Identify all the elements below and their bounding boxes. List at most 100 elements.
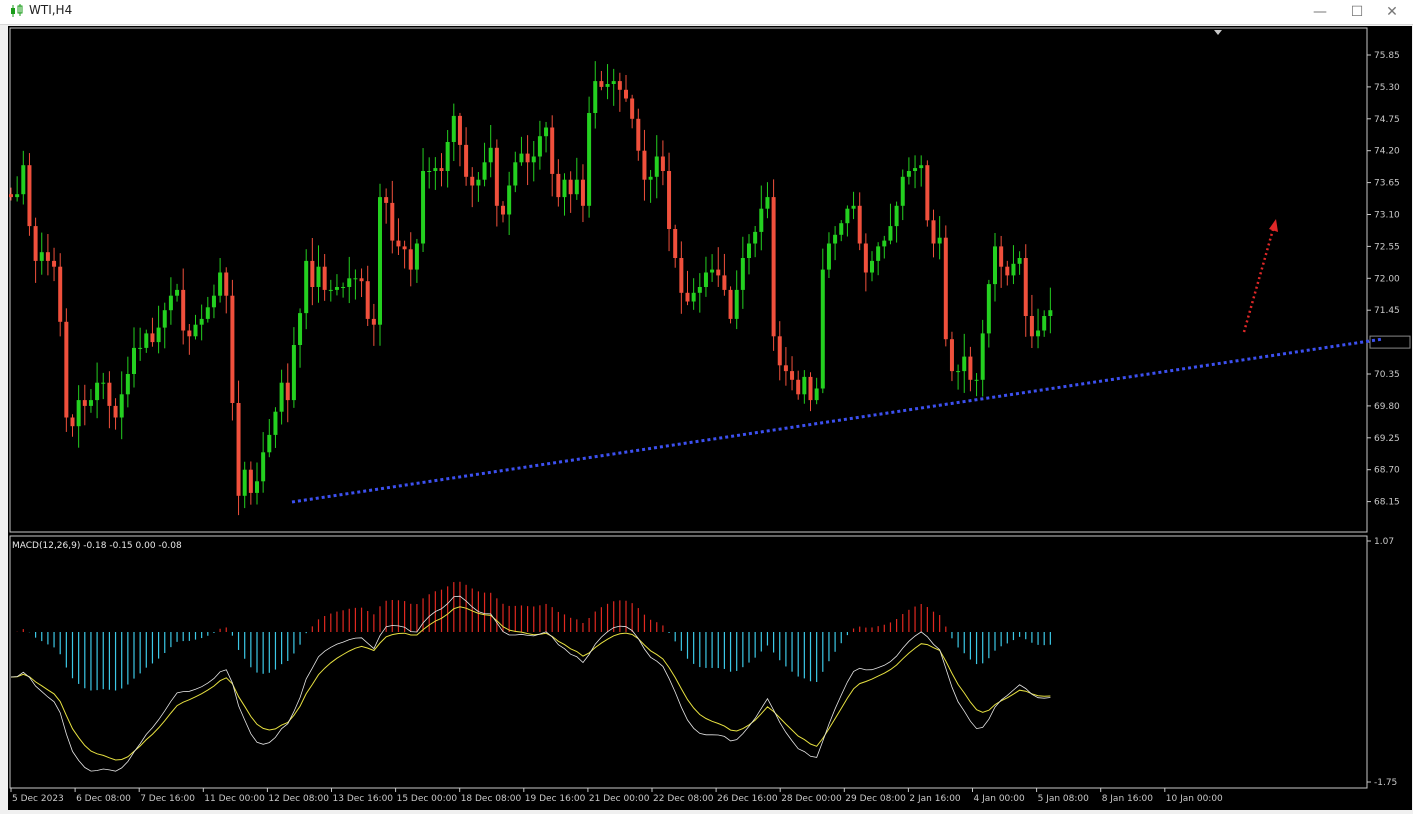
candle-body bbox=[168, 295, 173, 311]
candle-body bbox=[993, 246, 997, 285]
time-tick-label: 10 Jan 00:00 bbox=[1166, 794, 1223, 804]
candle-body bbox=[365, 281, 370, 319]
candle-body bbox=[162, 310, 167, 328]
candle-body bbox=[537, 136, 542, 157]
time-tick-label: 8 Jan 16:00 bbox=[1102, 794, 1154, 804]
candle-body bbox=[556, 173, 561, 198]
candle-body bbox=[378, 197, 382, 325]
time-tick-label: 5 Dec 2023 bbox=[12, 794, 64, 804]
minimize-button[interactable]: — bbox=[1300, 0, 1340, 24]
support-trendline[interactable] bbox=[291, 337, 1384, 504]
candle-body bbox=[888, 226, 893, 241]
candle-body bbox=[488, 147, 493, 163]
candle-body bbox=[255, 481, 259, 493]
candle-body bbox=[845, 208, 850, 224]
close-button[interactable]: ✕ bbox=[1372, 0, 1412, 24]
candle-body bbox=[242, 469, 247, 496]
chart-window[interactable]: 75.85 75.30 74.75 74.20 73.65 73.10 72.55 72.00… bbox=[8, 26, 1412, 810]
time-tick-label: 11 Dec 00:00 bbox=[204, 794, 265, 804]
price-tick-label: 74.20 bbox=[1374, 147, 1400, 157]
time-tick-label: 21 Dec 00:00 bbox=[589, 794, 650, 804]
candle-body bbox=[27, 165, 32, 227]
window-titlebar: WTI,H4 — ☐ ✕ bbox=[0, 0, 1413, 25]
candle-body bbox=[1005, 266, 1010, 276]
drawing-objects[interactable] bbox=[291, 219, 1384, 504]
macd-signal-line bbox=[10, 606, 1051, 761]
candle-body bbox=[599, 81, 604, 87]
candle-body bbox=[962, 356, 967, 372]
candle-body bbox=[1029, 316, 1034, 337]
candle-body bbox=[808, 376, 813, 401]
time-tick-label: 28 Dec 00:00 bbox=[781, 794, 842, 804]
candle-body bbox=[617, 81, 622, 90]
candle-body bbox=[261, 452, 266, 482]
candle-body bbox=[341, 287, 346, 288]
price-chart[interactable]: 75.85 75.30 74.75 74.20 73.65 73.10 72.55 72.00… bbox=[8, 26, 1412, 810]
candle-body bbox=[267, 434, 272, 453]
price-tick-label: 74.75 bbox=[1374, 115, 1400, 125]
price-tick-label: 73.65 bbox=[1374, 179, 1400, 189]
candle-body bbox=[605, 84, 610, 87]
candle-body bbox=[980, 333, 985, 380]
candle-body bbox=[445, 142, 450, 171]
candle-body bbox=[119, 394, 124, 418]
maximize-button[interactable]: ☐ bbox=[1337, 0, 1377, 24]
candle-body bbox=[839, 223, 844, 235]
time-tick-label: 15 Dec 00:00 bbox=[397, 794, 458, 804]
candle-body bbox=[568, 179, 573, 195]
candle-body bbox=[1023, 258, 1028, 316]
candle-body bbox=[716, 269, 721, 276]
candle-body bbox=[451, 115, 456, 142]
candle-body bbox=[334, 287, 339, 290]
candle-body bbox=[734, 289, 739, 319]
candle-body bbox=[181, 289, 186, 331]
candle-body bbox=[790, 371, 795, 380]
candle-body bbox=[525, 153, 530, 163]
price-tick-label: 68.15 bbox=[1374, 498, 1400, 508]
candle-body bbox=[870, 260, 874, 273]
candle-body bbox=[630, 98, 635, 119]
forecast-arrow[interactable] bbox=[1242, 225, 1276, 333]
shift-marker-icon[interactable] bbox=[1214, 30, 1222, 35]
candle-body bbox=[95, 382, 100, 401]
candle-body bbox=[1042, 316, 1047, 331]
candle-body bbox=[193, 324, 198, 337]
candle-body bbox=[1036, 330, 1041, 337]
candle-body bbox=[876, 246, 881, 261]
time-tick-label: 29 Dec 08:00 bbox=[845, 794, 906, 804]
candle-body bbox=[519, 153, 524, 163]
macd-tick-label: -1.75 bbox=[1374, 778, 1397, 788]
candle-body bbox=[384, 197, 389, 203]
candle-body bbox=[421, 171, 426, 244]
time-tick-label: 26 Dec 16:00 bbox=[717, 794, 778, 804]
candle-body bbox=[113, 405, 118, 418]
candle-body bbox=[753, 231, 758, 244]
candle-body bbox=[150, 333, 155, 343]
candle-body bbox=[408, 249, 413, 270]
candle-body bbox=[304, 260, 309, 314]
candle-body bbox=[1017, 258, 1022, 264]
candle-body bbox=[968, 356, 973, 380]
candle-body bbox=[9, 194, 13, 198]
candle-body bbox=[347, 278, 352, 287]
candle-body bbox=[328, 289, 333, 291]
macd-indicator bbox=[10, 581, 1051, 772]
candle-body bbox=[101, 382, 106, 384]
candle-body bbox=[273, 411, 278, 435]
candle-body bbox=[999, 246, 1004, 267]
candle-body bbox=[974, 379, 979, 381]
time-tick-label: 6 Dec 08:00 bbox=[76, 794, 131, 804]
candle-body bbox=[513, 162, 518, 186]
candle-body bbox=[433, 168, 438, 171]
candle-body bbox=[482, 162, 487, 180]
candle-body bbox=[648, 176, 653, 180]
arrow-head-icon bbox=[1269, 219, 1278, 232]
candle-body bbox=[414, 243, 419, 270]
candle-body bbox=[931, 220, 936, 244]
candle-body bbox=[851, 205, 856, 209]
candle-body bbox=[728, 289, 733, 319]
candle-body bbox=[52, 260, 57, 267]
candle-body bbox=[427, 171, 432, 172]
candle-body bbox=[826, 243, 831, 270]
price-tick-label: 68.70 bbox=[1374, 466, 1400, 476]
